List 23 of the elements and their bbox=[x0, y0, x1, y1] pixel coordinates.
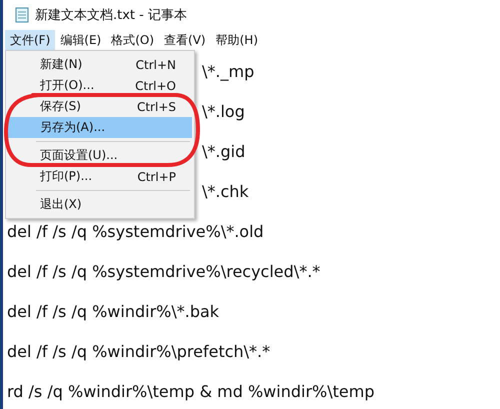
text-line: del /f /s /q %windir%\prefetch\*.* bbox=[7, 342, 270, 361]
menu-item[interactable]: 另存为(A)... bbox=[8, 117, 192, 138]
text-line: \*.chk bbox=[202, 182, 249, 201]
menu-item[interactable]: 新建(N) Ctrl+N bbox=[8, 54, 192, 75]
menu-item[interactable]: 打开(O)... Ctrl+O bbox=[8, 75, 192, 96]
text-line: \*._mp bbox=[202, 62, 254, 81]
menu-bar-item[interactable]: 查看(V) bbox=[159, 30, 211, 50]
text-line: \*.log bbox=[202, 102, 245, 121]
text-line: del /f /s /q %systemdrive%\*.old bbox=[7, 222, 264, 241]
menu-item[interactable]: 打印(P)... Ctrl+P bbox=[8, 166, 192, 187]
menu-item[interactable]: 保存(S) Ctrl+S bbox=[8, 96, 192, 117]
menu-bar-item[interactable]: 文件(F) bbox=[5, 30, 56, 50]
menu-bar-item[interactable]: 帮助(H) bbox=[210, 30, 263, 50]
text-line: rd /s /q %windir%\temp & md %windir%\temp bbox=[7, 382, 374, 401]
notepad-icon bbox=[15, 7, 29, 23]
window-title: 新建文本文档.txt - 记事本 bbox=[35, 7, 187, 24]
menu-item[interactable]: 退出(X) bbox=[8, 194, 192, 215]
text-line: del /f /s /q %systemdrive%\recycled\*.* bbox=[7, 262, 320, 281]
menu-bar-item[interactable]: 格式(O) bbox=[106, 30, 160, 50]
text-line: del /f /s /q %windir%\*.bak bbox=[7, 302, 220, 321]
menu-bar-item[interactable]: 编辑(E) bbox=[55, 30, 106, 50]
menu-item[interactable]: 页面设置(U)... bbox=[8, 145, 192, 166]
text-line: \*.gid bbox=[202, 142, 246, 161]
